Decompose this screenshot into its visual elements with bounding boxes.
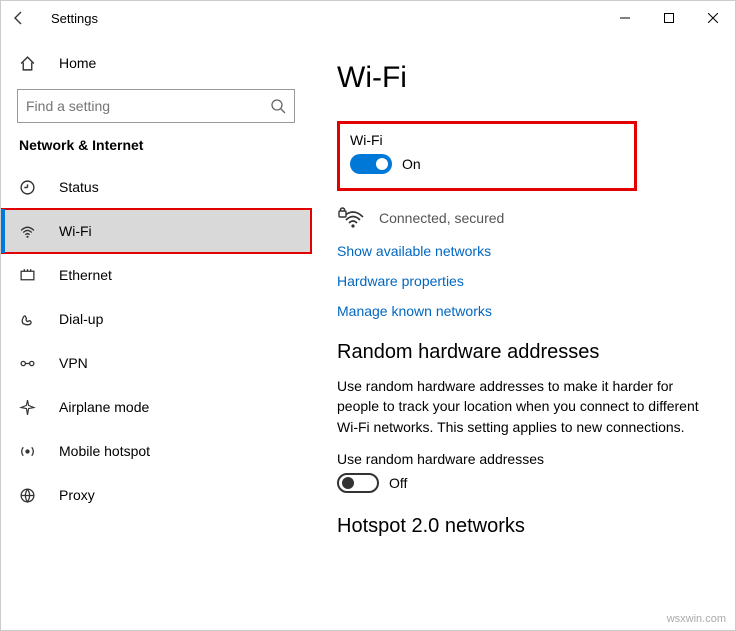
random-hw-toggle-state: Off <box>389 475 407 491</box>
sidebar-item-proxy[interactable]: Proxy <box>1 473 311 517</box>
sidebar: Home Network & Internet Status Wi-Fi <box>1 35 311 630</box>
random-hw-description: Use random hardware addresses to make it… <box>337 376 705 437</box>
sidebar-item-dialup[interactable]: Dial-up <box>1 297 311 341</box>
back-button[interactable] <box>11 10 43 26</box>
sidebar-item-vpn[interactable]: VPN <box>1 341 311 385</box>
nav-label: Airplane mode <box>59 399 149 415</box>
sidebar-home-label: Home <box>59 55 96 71</box>
sidebar-item-wifi[interactable]: Wi-Fi <box>1 209 311 253</box>
search-input[interactable] <box>26 98 270 114</box>
window-title: Settings <box>51 11 98 26</box>
sidebar-item-status[interactable]: Status <box>1 165 311 209</box>
search-box[interactable] <box>17 89 295 123</box>
connection-status: Connected, secured <box>337 205 705 231</box>
nav-label: Mobile hotspot <box>59 443 150 459</box>
nav-label: Ethernet <box>59 267 112 283</box>
sidebar-category: Network & Internet <box>19 137 311 153</box>
close-button[interactable] <box>691 1 735 35</box>
maximize-button[interactable] <box>647 1 691 35</box>
airplane-icon <box>19 399 41 416</box>
content-pane: Wi-Fi Wi-Fi On Connected, secu <box>311 35 735 630</box>
nav-label: VPN <box>59 355 88 371</box>
watermark: wsxwin.com <box>667 613 726 625</box>
wifi-toggle[interactable] <box>350 154 392 174</box>
wifi-toggle-label: Wi-Fi <box>350 132 624 148</box>
random-hw-toggle-label: Use random hardware addresses <box>337 451 705 467</box>
proxy-icon <box>19 487 41 504</box>
search-icon <box>270 98 286 114</box>
random-hw-heading: Random hardware addresses <box>337 341 705 364</box>
sidebar-item-hotspot[interactable]: Mobile hotspot <box>1 429 311 473</box>
sidebar-home[interactable]: Home <box>1 43 311 83</box>
nav-label: Dial-up <box>59 311 103 327</box>
nav-label: Wi-Fi <box>59 223 92 239</box>
vpn-icon <box>19 355 41 372</box>
connection-status-text: Connected, secured <box>379 210 504 226</box>
status-icon <box>19 179 41 196</box>
ethernet-icon <box>19 267 41 284</box>
nav-label: Status <box>59 179 99 195</box>
secured-wifi-icon <box>337 205 367 231</box>
page-title: Wi-Fi <box>337 61 705 95</box>
nav-label: Proxy <box>59 487 95 503</box>
wifi-icon <box>19 223 41 240</box>
sidebar-item-airplane[interactable]: Airplane mode <box>1 385 311 429</box>
link-show-networks[interactable]: Show available networks <box>337 243 705 259</box>
hotspot-icon <box>19 443 41 460</box>
hotspot-heading: Hotspot 2.0 networks <box>337 515 705 538</box>
wifi-toggle-section: Wi-Fi On <box>337 121 637 191</box>
link-hardware-properties[interactable]: Hardware properties <box>337 273 705 289</box>
minimize-button[interactable] <box>603 1 647 35</box>
link-manage-networks[interactable]: Manage known networks <box>337 303 705 319</box>
home-icon <box>19 55 41 72</box>
dialup-icon <box>19 311 41 328</box>
random-hw-toggle[interactable] <box>337 473 379 493</box>
wifi-toggle-state: On <box>402 156 421 172</box>
titlebar: Settings <box>1 1 735 35</box>
sidebar-item-ethernet[interactable]: Ethernet <box>1 253 311 297</box>
